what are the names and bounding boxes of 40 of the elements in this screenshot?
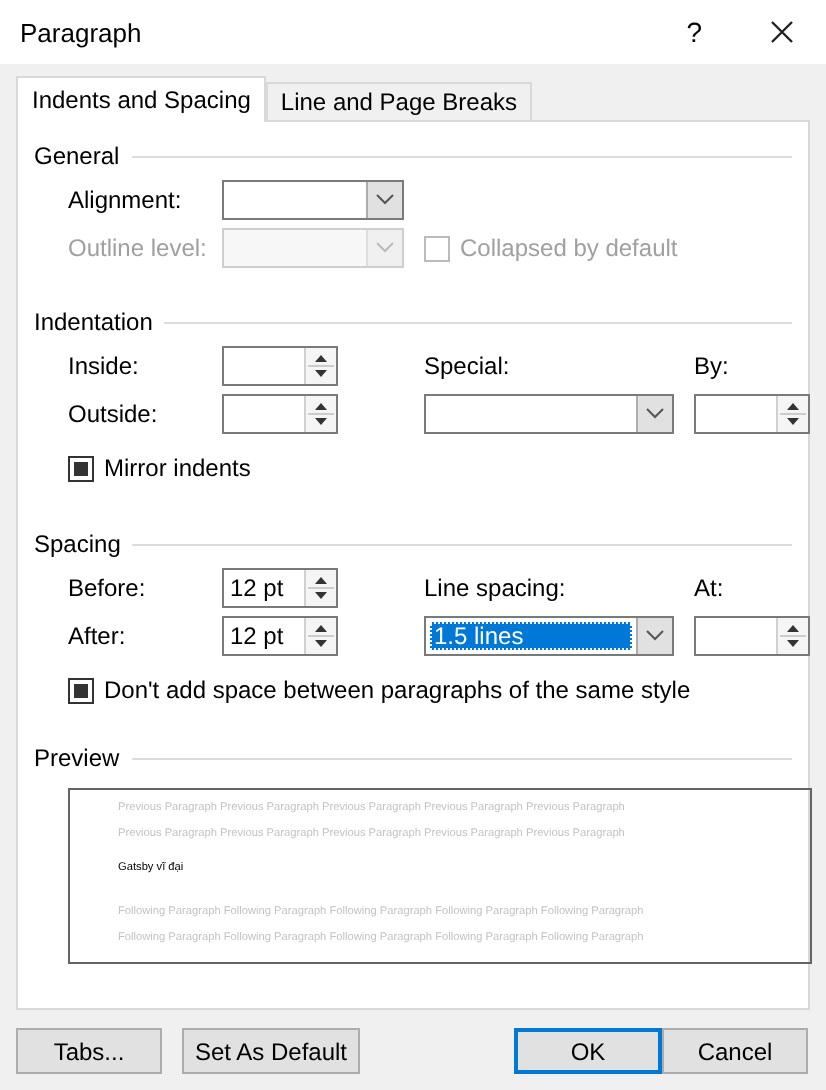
field-label: Alignment:: [68, 186, 182, 214]
help-button[interactable]: ?: [686, 16, 702, 48]
spin-field[interactable]: [694, 616, 810, 656]
section-heading: General: [34, 142, 120, 170]
field-label: Line spacing:: [424, 574, 566, 602]
window-title: Paragraph: [20, 17, 144, 47]
chevron-icon[interactable]: [646, 630, 664, 642]
dialog-button[interactable]: Tabs...: [16, 1028, 162, 1074]
spin-field[interactable]: 12 pt: [222, 568, 338, 608]
tab[interactable]: Indents and Spacing: [16, 76, 267, 122]
spin-field[interactable]: [222, 346, 338, 386]
field-label: Special:: [424, 352, 510, 380]
section-heading: Indentation: [34, 308, 153, 336]
dialog-button[interactable]: OK: [514, 1028, 662, 1074]
spin-field[interactable]: [694, 394, 810, 434]
field-label: Outside:: [68, 400, 158, 428]
checkbox[interactable]: [68, 455, 94, 481]
field-label: At:: [694, 574, 724, 602]
section-heading: Spacing: [34, 530, 121, 558]
tab[interactable]: Line and Page Breaks: [266, 82, 532, 120]
field-label: By:: [694, 352, 729, 380]
dialog-button[interactable]: Set As Default: [182, 1028, 360, 1074]
checkbox-label: Don't add space between paragraphs of the same style: [104, 676, 691, 704]
checkbox-label: Collapsed by default: [460, 234, 678, 262]
spin-field[interactable]: 12 pt: [222, 616, 338, 656]
field-label: Before:: [68, 574, 146, 602]
section-heading: Preview: [34, 744, 120, 772]
dialog-button[interactable]: Cancel: [662, 1028, 808, 1074]
dropdown-field[interactable]: 1.5 lines: [424, 616, 674, 656]
dropdown-field[interactable]: [222, 180, 404, 220]
field-label: Outline level:: [68, 234, 207, 262]
checkbox[interactable]: [68, 677, 94, 703]
close-icon[interactable]: [770, 20, 794, 44]
field-label: Inside:: [68, 352, 139, 380]
chevron-icon[interactable]: [376, 194, 394, 206]
field-label: After:: [68, 622, 126, 650]
checkbox-label: Mirror indents: [104, 454, 251, 482]
spin-field[interactable]: [222, 394, 338, 434]
chevron-icon[interactable]: [646, 408, 664, 420]
dropdown-field[interactable]: [424, 394, 674, 434]
